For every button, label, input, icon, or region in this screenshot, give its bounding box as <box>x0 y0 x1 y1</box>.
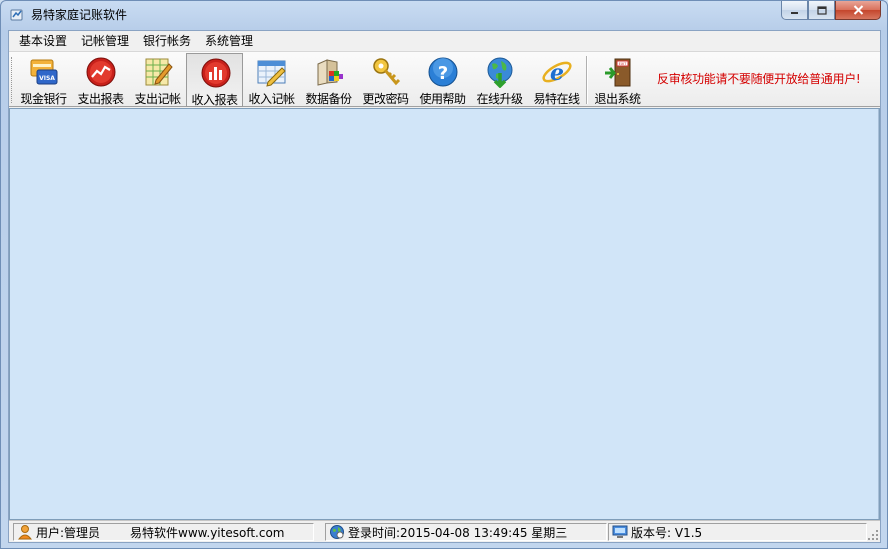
menu-bookkeeping[interactable]: 记帐管理 <box>74 31 136 51</box>
online-update-label: 在线升级 <box>476 92 523 106</box>
status-company: 易特软件www.yitesoft.com <box>130 525 285 540</box>
data-backup-icon <box>317 59 343 86</box>
globe-update-icon <box>487 57 513 88</box>
yite-online-button[interactable]: e 易特在线 <box>528 53 585 107</box>
svg-text:e: e <box>550 60 564 86</box>
minimize-button[interactable] <box>781 1 808 20</box>
svg-text:EXIT: EXIT <box>619 62 628 66</box>
change-password-label: 更改密码 <box>362 92 409 106</box>
expense-entry-button[interactable]: 支出记帐 <box>129 53 186 107</box>
minimize-icon <box>791 11 798 14</box>
menu-bank-accounts[interactable]: 银行帐务 <box>136 31 198 51</box>
user-icon <box>17 525 33 540</box>
maximize-button[interactable] <box>808 1 835 20</box>
restore-icon <box>816 5 827 15</box>
status-login-panel: 登录时间:2015-04-08 13:49:45 星期三 <box>325 523 607 541</box>
caption-buttons <box>781 1 881 21</box>
internet-explorer-icon: e <box>542 60 572 86</box>
income-report-label: 收入报表 <box>191 93 238 107</box>
expense-entry-label: 支出记帐 <box>134 92 181 106</box>
cash-bank-button[interactable]: VISA 现金银行 <box>15 53 72 107</box>
app-window: 易特家庭记账软件 基本设置 记帐管理 银行帐务 系统管理 VISA 现金银行 支… <box>0 0 888 549</box>
workspace-edge <box>878 109 879 519</box>
exit-button[interactable]: EXIT 退出系统 <box>589 53 646 107</box>
app-icon <box>10 9 23 21</box>
menu-system[interactable]: 系统管理 <box>198 31 260 51</box>
status-user: 用户:管理员 <box>36 525 101 540</box>
help-icon: ? <box>428 57 458 87</box>
expense-entry-icon <box>145 58 173 86</box>
key-icon <box>373 58 401 86</box>
toolbar: VISA 现金银行 支出报表 支出记帐 收入报表 收入记帐 数据备份 更改密码 … <box>9 51 880 107</box>
exit-door-icon: EXIT <box>605 58 631 87</box>
status-version-panel: 版本号: V1.5 <box>608 523 867 541</box>
window-title: 易特家庭记账软件 <box>31 8 128 22</box>
title-bar[interactable]: 易特家庭记账软件 <box>1 1 887 29</box>
toolbar-grip[interactable] <box>11 57 14 103</box>
income-report-icon <box>201 58 231 88</box>
menu-bar: 基本设置 记帐管理 银行帐务 系统管理 <box>9 31 880 51</box>
status-bar: 用户:管理员 易特软件www.yitesoft.com 登录时间:2015-04… <box>9 520 880 542</box>
warning-message: 反审核功能请不要随便开放给普通用户! <box>657 72 861 86</box>
close-icon <box>853 5 863 15</box>
income-report-button[interactable]: 收入报表 <box>186 53 243 107</box>
income-entry-icon <box>257 60 286 87</box>
expense-report-button[interactable]: 支出报表 <box>72 53 129 107</box>
cash-bank-icon: VISA <box>30 59 58 85</box>
status-user-panel: 用户:管理员 易特软件www.yitesoft.com <box>13 523 314 541</box>
expense-report-label: 支出报表 <box>77 92 124 106</box>
client-area: 基本设置 记帐管理 银行帐务 系统管理 VISA 现金银行 支出报表 支出记帐 … <box>8 30 881 543</box>
income-entry-button[interactable]: 收入记帐 <box>243 53 300 107</box>
status-login-time: 登录时间:2015-04-08 13:49:45 星期三 <box>348 525 568 540</box>
toolbar-separator <box>586 56 588 104</box>
help-label: 使用帮助 <box>419 92 466 106</box>
data-backup-label: 数据备份 <box>305 92 352 106</box>
svg-text:?: ? <box>438 63 448 84</box>
close-button[interactable] <box>835 1 881 20</box>
menu-basic-settings[interactable]: 基本设置 <box>12 31 74 51</box>
status-version: 版本号: V1.5 <box>631 525 703 540</box>
computer-icon <box>612 525 628 538</box>
data-backup-button[interactable]: 数据备份 <box>300 53 357 107</box>
mdi-workspace[interactable] <box>9 108 880 520</box>
svg-text:VISA: VISA <box>39 75 55 82</box>
resize-grip-icon[interactable] <box>867 529 879 541</box>
cash-bank-label: 现金银行 <box>20 92 67 106</box>
change-password-button[interactable]: 更改密码 <box>357 53 414 107</box>
expense-report-icon <box>86 57 116 87</box>
globe-clock-icon <box>330 525 344 539</box>
exit-label: 退出系统 <box>594 92 641 106</box>
online-update-button[interactable]: 在线升级 <box>471 53 528 107</box>
help-button[interactable]: ? 使用帮助 <box>414 53 471 107</box>
yite-online-label: 易特在线 <box>533 92 580 106</box>
income-entry-label: 收入记帐 <box>248 92 295 106</box>
